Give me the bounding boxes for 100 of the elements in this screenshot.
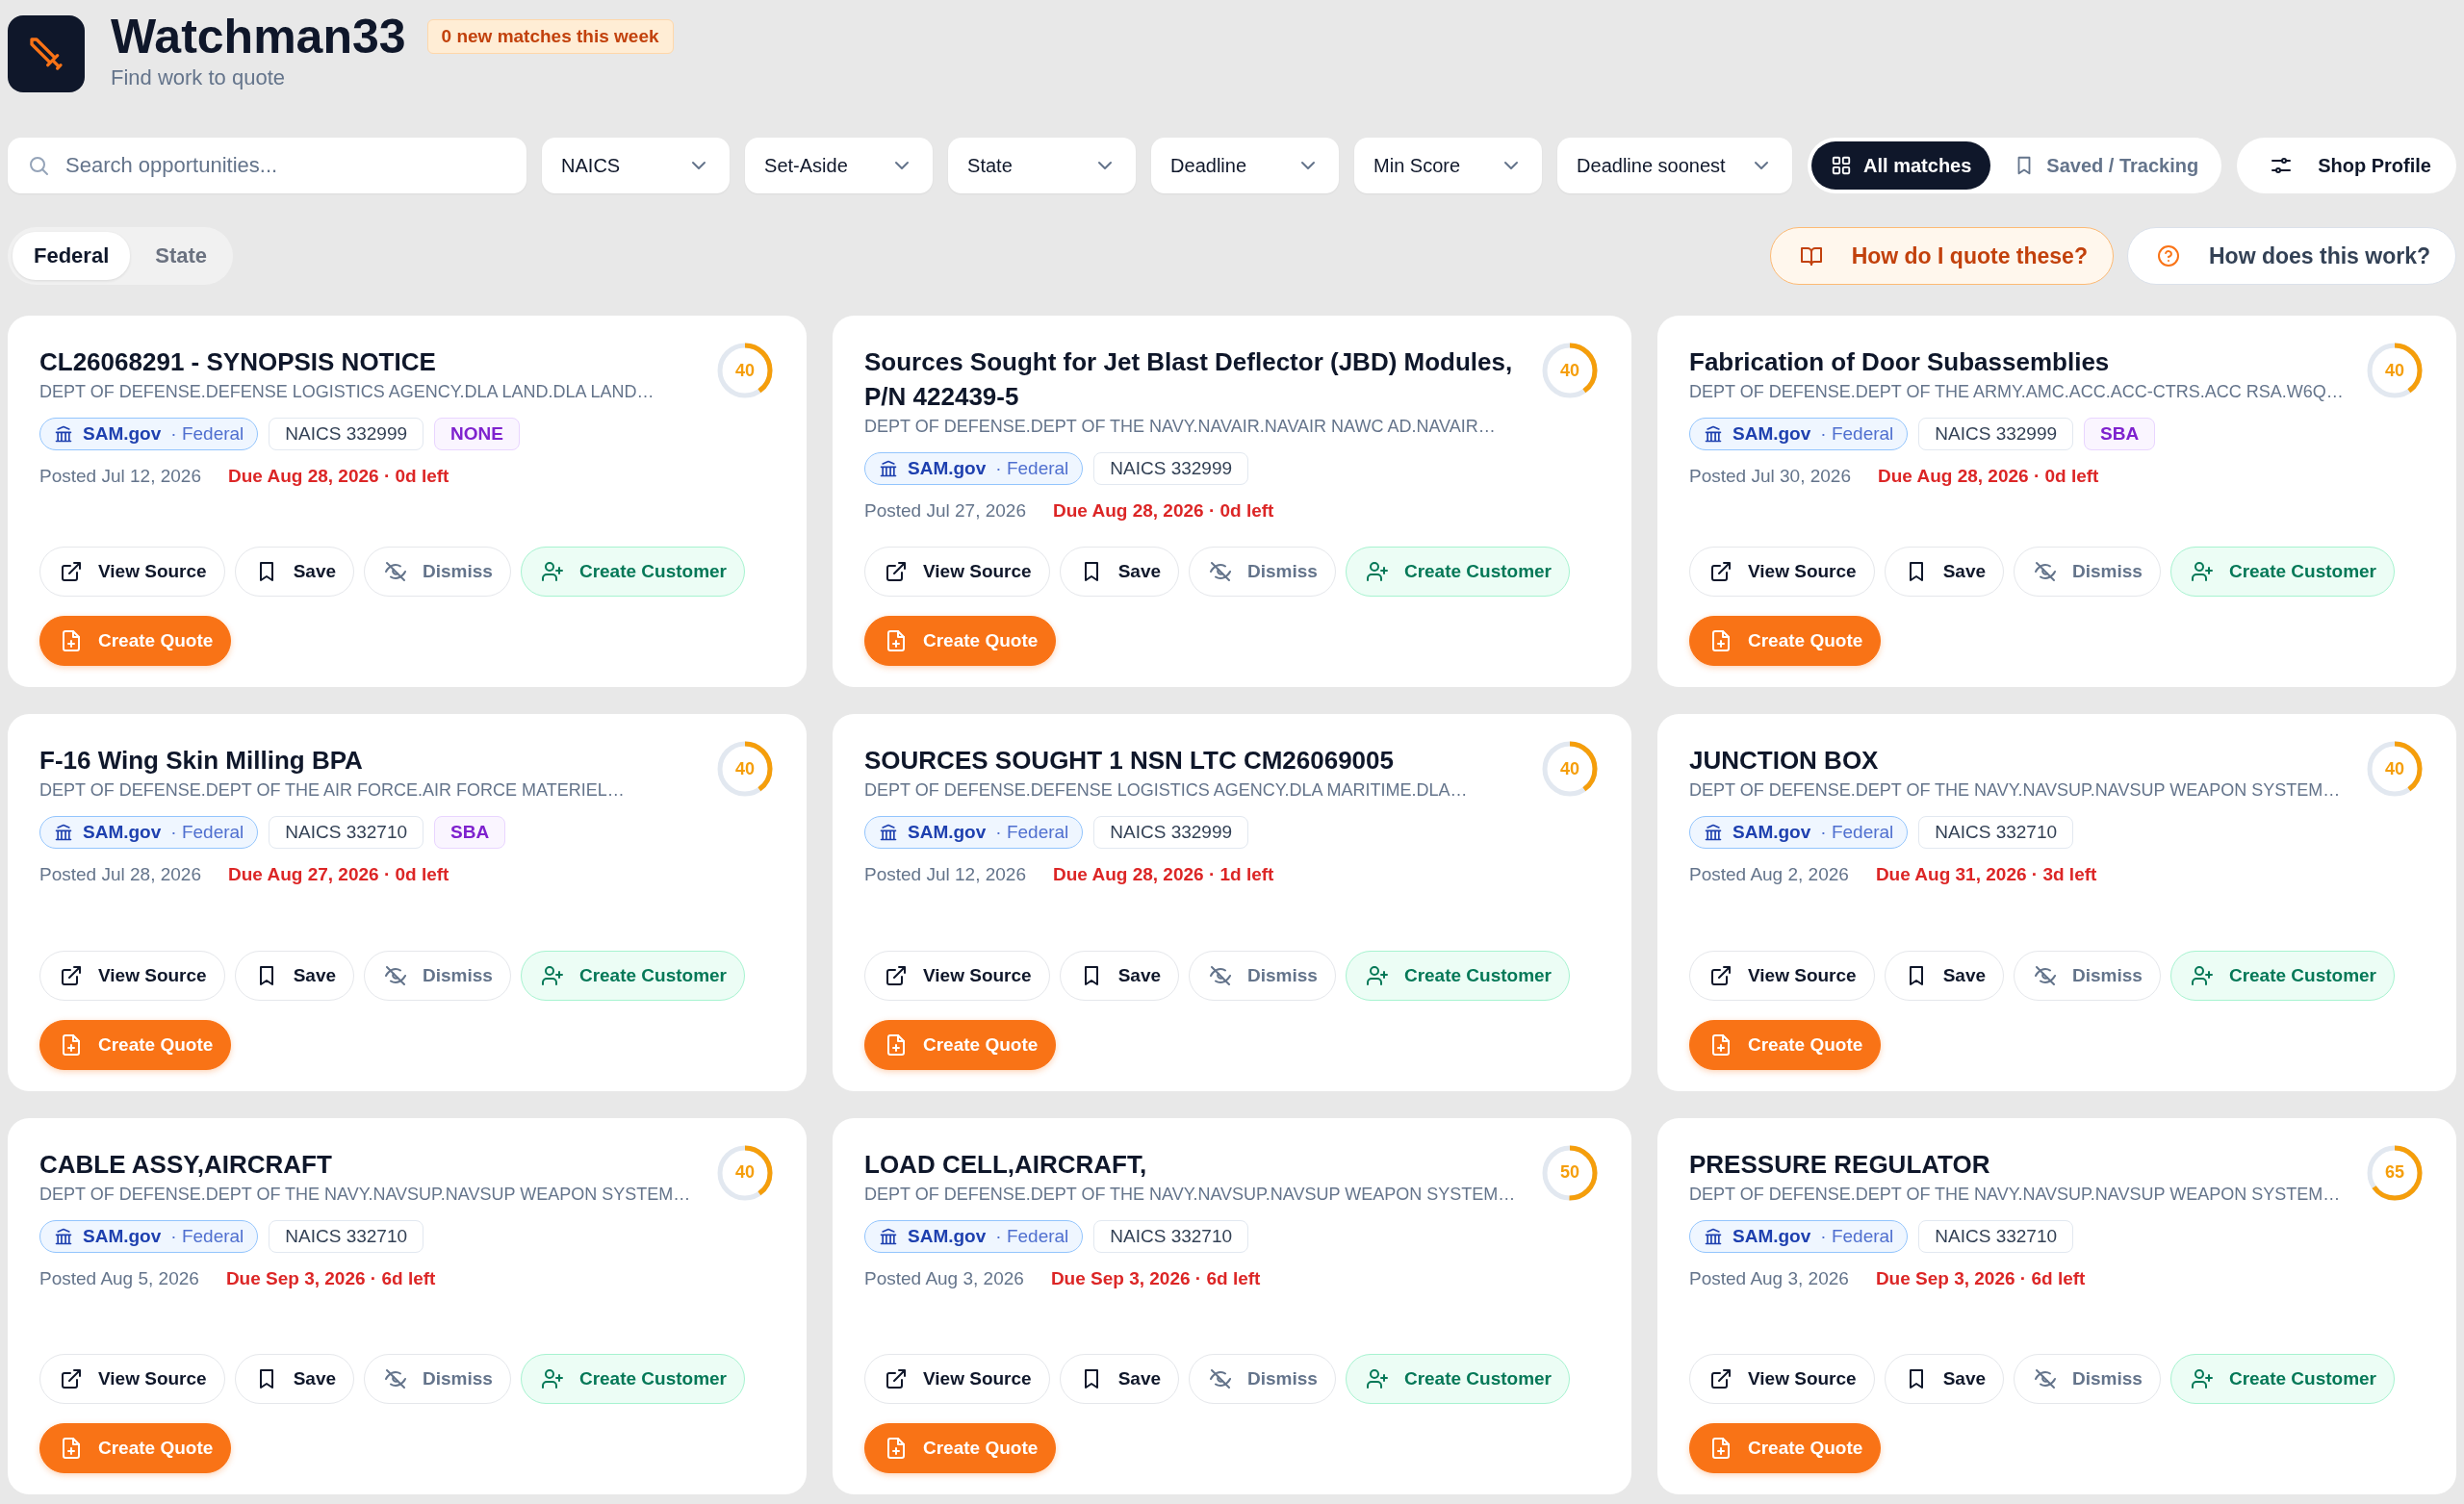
source-name: SAM.gov <box>908 822 987 843</box>
create-quote-button[interactable]: Create Quote <box>864 1019 1057 1070</box>
save-button[interactable]: Save <box>1059 950 1180 1001</box>
search-field[interactable]: Search opportunities... <box>64 152 508 179</box>
view-source-button[interactable]: View Source <box>39 547 225 597</box>
help-button[interactable]: How does this work? <box>2126 227 2456 285</box>
source-type: · Federal <box>995 1225 1069 1247</box>
save-button[interactable]: Save <box>1884 950 2005 1001</box>
filter-dropdown[interactable]: Set-Aside <box>745 138 934 193</box>
view-tab[interactable]: All matches <box>1811 141 1991 190</box>
create-customer-button[interactable]: Create Customer <box>1345 547 1570 597</box>
view-source-button[interactable]: View Source <box>864 1354 1050 1404</box>
dismiss-button[interactable]: Dismiss <box>2014 950 2161 1001</box>
eye-off-icon <box>1209 1367 1233 1390</box>
filter-dropdown[interactable]: Deadline <box>1151 138 1340 193</box>
app-title: Watchman33 <box>111 10 406 64</box>
create-customer-button[interactable]: Create Customer <box>1345 950 1570 1001</box>
score-value: 40 <box>734 1161 756 1184</box>
user-plus-icon <box>2190 1367 2214 1390</box>
user-plus-icon <box>540 963 564 987</box>
view-source-button[interactable]: View Source <box>1689 1354 1875 1404</box>
quote-guide-button[interactable]: How do I quote these? <box>1769 227 2114 285</box>
dismiss-button[interactable]: Dismiss <box>1189 950 1336 1001</box>
source-type: · Federal <box>1820 423 1894 445</box>
view-source-button[interactable]: View Source <box>864 950 1050 1001</box>
sword-icon <box>27 35 65 73</box>
new-matches-badge: 0 new matches this week <box>426 19 674 54</box>
agency-path: DEPT OF DEFENSE.DEFENSE LOGISTICS AGENCY.DLA LAND.DLA LAND… <box>39 382 654 402</box>
file-plus-icon <box>1709 1032 1732 1057</box>
create-quote-button[interactable]: Create Quote <box>1689 616 1882 666</box>
save-button[interactable]: Save <box>1884 547 2005 597</box>
dismiss-button[interactable]: Dismiss <box>1189 1354 1336 1404</box>
source-type: · Federal <box>1820 822 1894 843</box>
source-tab[interactable]: Federal <box>13 232 131 280</box>
create-quote-button[interactable]: Create Quote <box>1689 1423 1882 1473</box>
agency-path: DEPT OF DEFENSE.DEFENSE LOGISTICS AGENCY.DLA MARITIME.DLA… <box>864 780 1468 801</box>
create-quote-button[interactable]: Create Quote <box>864 1423 1057 1473</box>
view-source-button[interactable]: View Source <box>864 547 1050 597</box>
search-bar[interactable]: Search opportunities... <box>8 138 527 193</box>
shop-profile-button[interactable]: Shop Profile <box>2237 138 2456 193</box>
posted-date: Posted Jul 28, 2026 <box>39 864 201 885</box>
create-customer-button[interactable]: Create Customer <box>2169 950 2395 1001</box>
naics-tag: NAICS 332710 <box>269 1219 424 1253</box>
dismiss-button[interactable]: Dismiss <box>2014 547 2161 597</box>
file-plus-icon <box>885 629 908 652</box>
create-quote-button[interactable]: Create Quote <box>39 1423 232 1473</box>
create-customer-button[interactable]: Create Customer <box>1345 1354 1570 1404</box>
opportunity-title: CABLE ASSY,AIRCRAFT <box>39 1148 333 1181</box>
view-source-button[interactable]: View Source <box>1689 547 1875 597</box>
eye-off-icon <box>384 1367 408 1390</box>
source-tab[interactable]: State <box>134 232 229 280</box>
save-button[interactable]: Save <box>1059 1354 1180 1404</box>
save-button[interactable]: Save <box>1884 1354 2005 1404</box>
source-name: SAM.gov <box>83 423 162 445</box>
file-plus-icon <box>60 1437 83 1460</box>
view-source-button[interactable]: View Source <box>39 1354 225 1404</box>
opportunity-title: SOURCES SOUGHT 1 NSN LTC CM26069005 <box>864 745 1395 777</box>
external-link-icon <box>885 560 908 583</box>
create-quote-button[interactable]: Create Quote <box>1689 1019 1882 1070</box>
dismiss-button[interactable]: Dismiss <box>364 1354 511 1404</box>
due-date: Due Aug 28, 2026 · 0d left <box>1877 466 2099 487</box>
external-link-icon <box>60 1367 83 1390</box>
source-type: · Federal <box>995 458 1069 479</box>
bank-icon <box>879 823 898 842</box>
create-quote-button[interactable]: Create Quote <box>39 616 232 666</box>
filter-dropdown[interactable]: NAICS <box>542 138 731 193</box>
filter-dropdown[interactable]: State <box>948 138 1137 193</box>
save-button[interactable]: Save <box>234 1354 355 1404</box>
create-customer-button[interactable]: Create Customer <box>520 1354 745 1404</box>
external-link-icon <box>60 560 83 583</box>
score-value: 40 <box>734 757 756 780</box>
user-plus-icon <box>2190 963 2214 987</box>
dismiss-button[interactable]: Dismiss <box>1189 547 1336 597</box>
create-customer-button[interactable]: Create Customer <box>520 547 745 597</box>
filter-dropdown[interactable]: Deadline soonest <box>1557 138 1793 193</box>
save-button[interactable]: Save <box>234 547 355 597</box>
dismiss-button[interactable]: Dismiss <box>2014 1354 2161 1404</box>
due-date: Due Sep 3, 2026 · 6d left <box>1050 1267 1261 1289</box>
dismiss-button[interactable]: Dismiss <box>364 950 511 1001</box>
opportunity-title: Fabrication of Door Subassemblies <box>1689 346 2111 378</box>
create-quote-button[interactable]: Create Quote <box>39 1019 232 1070</box>
posted-date: Posted Jul 30, 2026 <box>1689 466 1851 487</box>
opportunity-title: PRESSURE REGULATOR <box>1689 1148 1991 1181</box>
create-customer-button[interactable]: Create Customer <box>520 950 745 1001</box>
user-plus-icon <box>2190 560 2214 583</box>
create-quote-button[interactable]: Create Quote <box>864 616 1057 666</box>
view-tab[interactable]: Saved / Tracking <box>1994 141 2219 190</box>
view-source-button[interactable]: View Source <box>39 950 225 1001</box>
view-source-button[interactable]: View Source <box>1689 950 1875 1001</box>
create-customer-button[interactable]: Create Customer <box>2169 1354 2395 1404</box>
dismiss-button[interactable]: Dismiss <box>364 547 511 597</box>
external-link-icon <box>885 963 908 987</box>
agency-path: DEPT OF DEFENSE.DEPT OF THE NAVY.NAVSUP.NAVSUP WEAPON SYSTEM… <box>39 1184 691 1205</box>
create-customer-button[interactable]: Create Customer <box>2169 547 2395 597</box>
agency-path: DEPT OF DEFENSE.DEPT OF THE NAVY.NAVSUP.NAVSUP WEAPON SYSTEM… <box>1689 780 2341 801</box>
save-button[interactable]: Save <box>234 950 355 1001</box>
agency-path: DEPT OF DEFENSE.DEPT OF THE NAVY.NAVAIR.NAVAIR NAWC AD.NAVAIR… <box>864 417 1496 437</box>
naics-tag: NAICS 332710 <box>1918 816 2074 849</box>
filter-dropdown[interactable]: Min Score <box>1354 138 1543 193</box>
save-button[interactable]: Save <box>1059 547 1180 597</box>
